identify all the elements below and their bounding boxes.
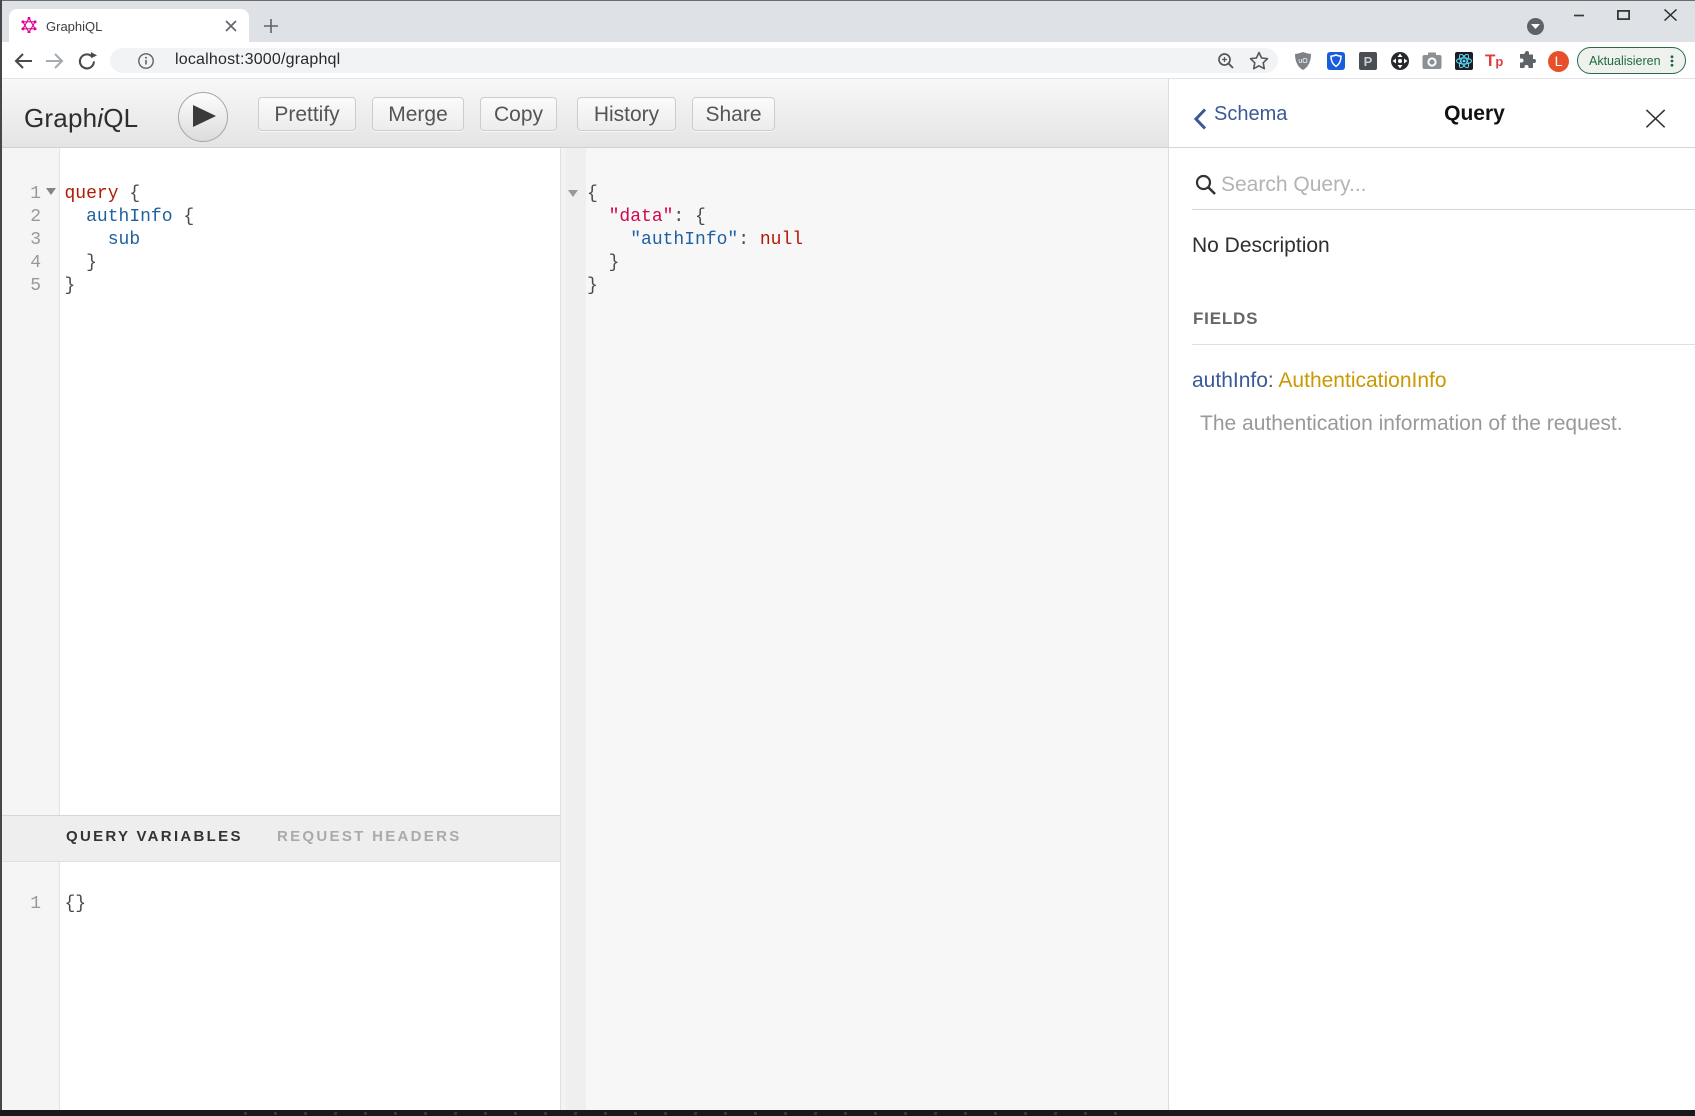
svg-text:uO: uO xyxy=(1298,58,1308,65)
svg-text:P: P xyxy=(1364,54,1373,69)
